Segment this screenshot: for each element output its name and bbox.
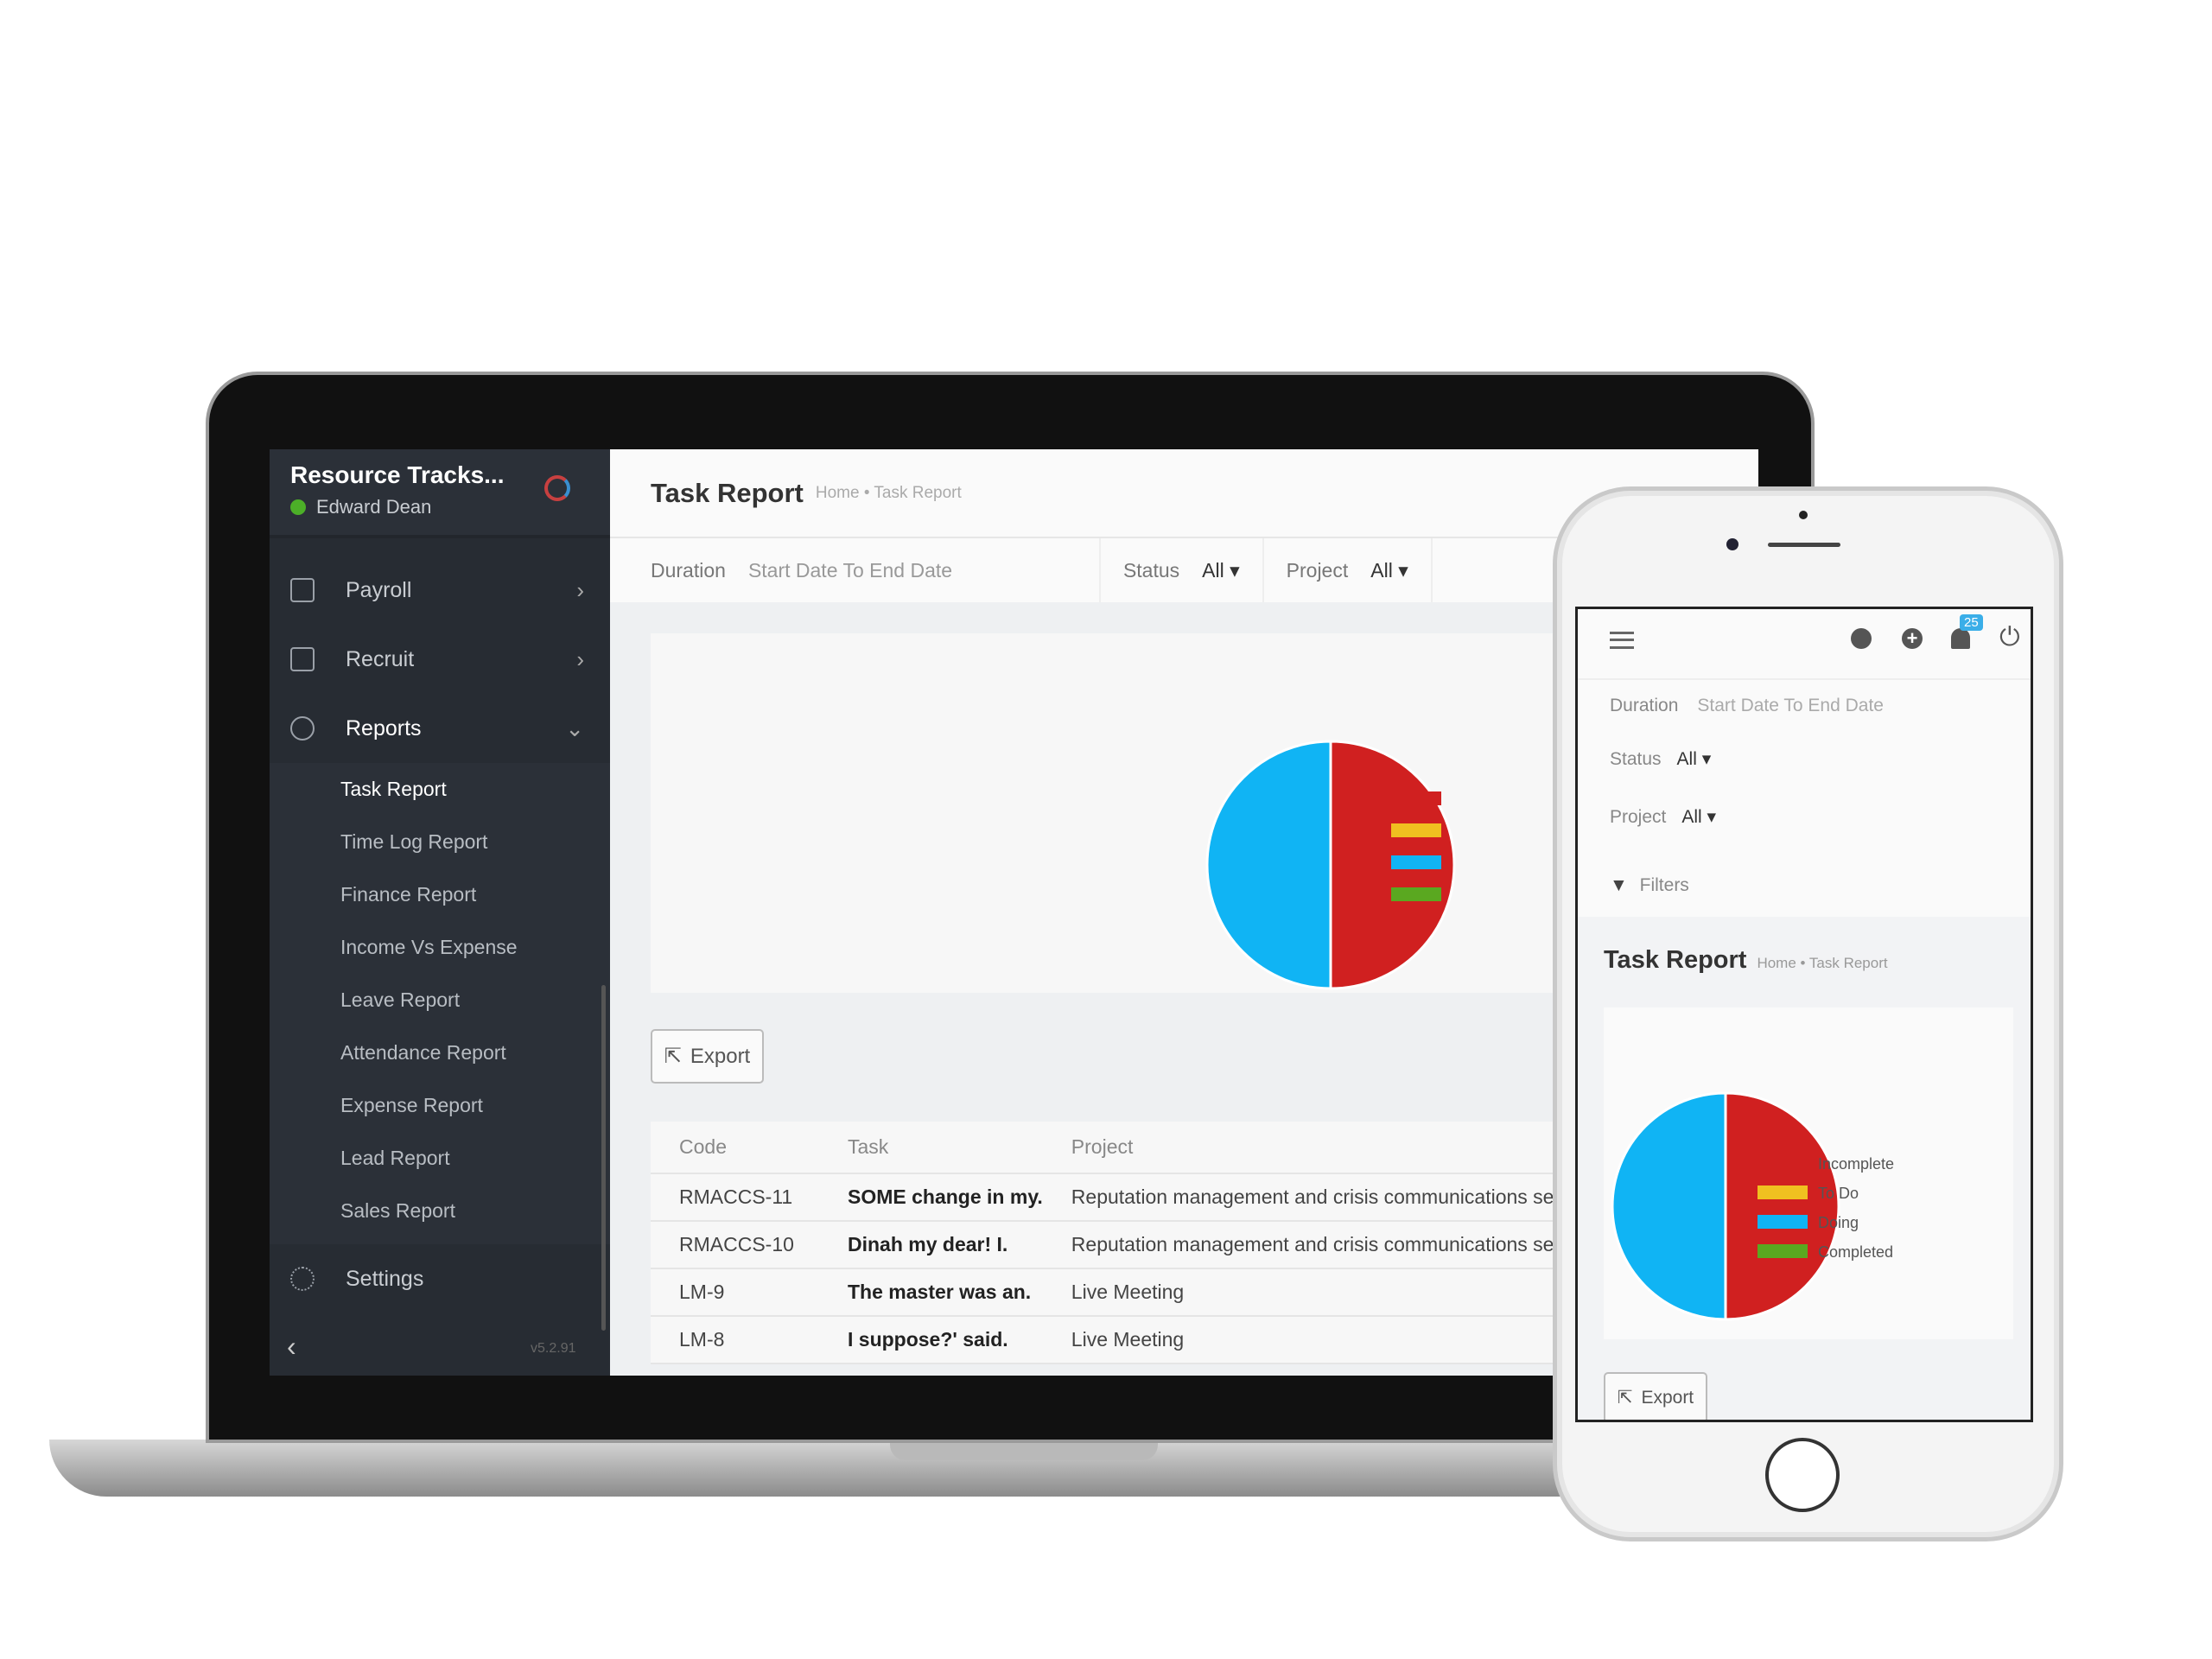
legend-swatch: [1391, 823, 1441, 837]
table-row[interactable]: LM-8 I suppose?' said. Live Meeting: [651, 1316, 1597, 1363]
sidebar-item-task-report[interactable]: Task Report: [270, 763, 610, 816]
page-title: Task Report: [651, 477, 804, 508]
task-cell: Dinah my dear! I.: [848, 1233, 1008, 1255]
project-dropdown[interactable]: All ▾: [1370, 559, 1408, 582]
power-icon[interactable]: ⏻: [1999, 623, 2020, 652]
phone-sensor: [1799, 511, 1808, 519]
gear-icon: [290, 1267, 315, 1291]
legend-swatch: [1391, 887, 1441, 901]
export-button[interactable]: ⇱ Export: [651, 1029, 764, 1084]
sidebar-item-reports[interactable]: Reports ⌄: [270, 694, 610, 763]
bell-icon[interactable]: [1951, 628, 1970, 649]
version-label: v5.2.91: [531, 1341, 576, 1356]
task-cell: The master was an.: [848, 1281, 1032, 1303]
pie-slice-doing[interactable]: [1611, 1091, 1727, 1321]
chevron-right-icon: ›: [576, 645, 584, 672]
legend-label: Incomplete: [1818, 1155, 1894, 1173]
chevron-right-icon: ›: [576, 576, 584, 603]
phone-home-button: [1765, 1438, 1840, 1512]
sidebar-item-payroll[interactable]: Payroll ›: [270, 556, 610, 625]
sidebar-header: Resource Tracks... Edward Dean: [270, 449, 610, 538]
project-dropdown[interactable]: All ▾: [1681, 807, 1716, 827]
table-row[interactable]: LM-9 The master was an. Live Meeting: [651, 1268, 1597, 1316]
task-cell: SOME change in my.: [848, 1185, 1043, 1208]
sidebar-item-settings[interactable]: Settings: [270, 1244, 610, 1313]
column-header-task[interactable]: Task: [819, 1122, 1043, 1173]
code-cell: RMACCS-11: [679, 1185, 793, 1208]
sidebar: Resource Tracks... Edward Dean Payroll › …: [270, 449, 610, 1376]
legend-swatch: [1758, 1185, 1808, 1199]
date-range-input[interactable]: Start Date To End Date: [748, 559, 1077, 582]
table-row[interactable]: RMACCS-11 SOME change in my. Reputation ma…: [651, 1173, 1597, 1221]
export-icon: ⇱: [1617, 1388, 1633, 1408]
phone-report-section: Task Report Home • Task Report Incomplete…: [1578, 917, 2031, 1420]
breadcrumb[interactable]: Home • Task Report: [816, 484, 962, 503]
status-dropdown[interactable]: All ▾: [1677, 749, 1712, 769]
sidebar-item-recruit[interactable]: Recruit ›: [270, 625, 610, 694]
filters-button[interactable]: ▼ Filters: [1610, 875, 1689, 896]
laptop-screen: Resource Tracks... Edward Dean Payroll › …: [270, 449, 1758, 1376]
sidebar-scrollbar[interactable]: [601, 985, 606, 1331]
reports-submenu: Task Report Time Log Report Finance Repo…: [270, 763, 610, 1244]
hamburger-menu-icon[interactable]: [1610, 632, 1634, 649]
project-cell: Reputation management and crisis communi…: [1071, 1233, 1597, 1255]
export-icon: ⇱: [664, 1045, 682, 1068]
pie-chart-icon: [290, 716, 315, 741]
status-dropdown[interactable]: All ▾: [1202, 559, 1240, 582]
id-card-icon: [290, 647, 315, 671]
clock-icon[interactable]: [1851, 628, 1872, 649]
sidebar-item-finance-report[interactable]: Finance Report: [270, 868, 610, 921]
code-cell: LM-9: [679, 1281, 725, 1303]
column-header-project[interactable]: Project: [1043, 1122, 1596, 1173]
chevron-down-icon: ⌄: [565, 715, 584, 741]
legend-swatch: [1758, 1215, 1808, 1229]
phone-speaker: [1768, 543, 1840, 547]
legend-label: To Do: [1818, 1185, 1859, 1202]
project-cell: Live Meeting: [1071, 1281, 1185, 1303]
pie-slice-doing[interactable]: [1205, 740, 1332, 990]
table-row[interactable]: RMACCS-10 Dinah my dear! I. Reputation man…: [651, 1221, 1597, 1268]
filter-icon: ▼: [1610, 875, 1628, 895]
task-cell: I suppose?' said.: [848, 1328, 1008, 1351]
phone-topbar: + 25 ⏻: [1578, 609, 2031, 680]
add-circle-icon[interactable]: +: [1902, 628, 1923, 649]
legend-swatch: [1391, 855, 1441, 869]
pie-chart: Incomplete To Do Doing Completed: [1611, 1091, 1894, 1321]
pie-slice-incomplete[interactable]: [1724, 1091, 1840, 1321]
sidebar-item-expense-report[interactable]: Expense Report: [270, 1079, 610, 1132]
breadcrumb[interactable]: Home • Task Report: [1757, 955, 1887, 972]
sidebar-item-income-vs-expense[interactable]: Income Vs Expense: [270, 921, 610, 974]
sidebar-item-sales-report[interactable]: Sales Report: [270, 1185, 610, 1237]
column-header-code[interactable]: Code: [651, 1122, 819, 1173]
legend-swatch: [1758, 1244, 1808, 1258]
chart-card: [651, 633, 1601, 993]
sidebar-item-time-log-report[interactable]: Time Log Report: [270, 816, 610, 868]
chart-card: Incomplete To Do Doing Completed: [1604, 1007, 2013, 1339]
pie-chart: [1205, 740, 1456, 990]
export-button[interactable]: ⇱ Export: [1604, 1372, 1707, 1420]
legend-swatch: [1758, 1156, 1808, 1170]
project-cell: Reputation management and crisis communi…: [1071, 1185, 1597, 1208]
legend-swatch: [1391, 791, 1441, 805]
user-name: Edward Dean: [316, 496, 432, 518]
online-status-icon: [290, 499, 306, 515]
legend-label: Completed: [1818, 1243, 1893, 1261]
legend-label: Doing: [1818, 1214, 1859, 1231]
phone-camera: [1726, 538, 1738, 550]
calendar-icon: [290, 578, 315, 602]
phone-screen: + 25 ⏻ Duration Start Date To End Date St…: [1575, 607, 2033, 1422]
sidebar-item-lead-report[interactable]: Lead Report: [270, 1132, 610, 1185]
page-title: Task Report: [1604, 946, 1747, 974]
company-logo: [544, 475, 570, 501]
project-cell: Live Meeting: [1071, 1328, 1185, 1351]
sidebar-item-leave-report[interactable]: Leave Report: [270, 974, 610, 1027]
date-range-input[interactable]: Start Date To End Date: [1697, 696, 1884, 715]
sidebar-item-attendance-report[interactable]: Attendance Report: [270, 1027, 610, 1079]
notification-badge: 25: [1960, 614, 1983, 631]
collapse-sidebar-icon[interactable]: ‹: [287, 1331, 296, 1363]
code-cell: LM-8: [679, 1328, 725, 1351]
code-cell: RMACCS-10: [679, 1233, 794, 1255]
